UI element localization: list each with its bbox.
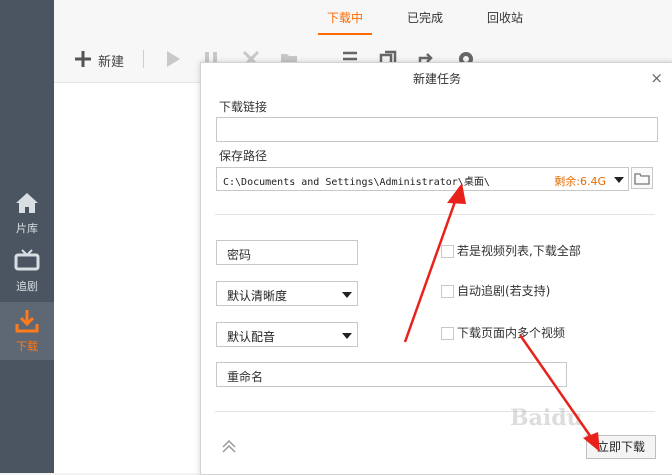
- chevron-down-icon: [342, 333, 352, 339]
- download-all-checkbox[interactable]: [441, 245, 454, 258]
- sidebar-item-label: 片库: [16, 222, 38, 235]
- tab-completed[interactable]: 已完成: [407, 9, 443, 26]
- chevron-down-icon: [614, 177, 624, 183]
- toolbar-divider: [143, 50, 144, 68]
- active-tab-indicator: [318, 33, 372, 35]
- password-input[interactable]: 密码: [216, 240, 358, 265]
- section-divider: [215, 411, 655, 412]
- folder-icon: [634, 173, 650, 185]
- download-all-label: 若是视频列表,下载全部: [457, 244, 581, 258]
- new-task-dialog: 新建任务 × 下载链接 保存路径 C:\Documents and Settin…: [200, 62, 672, 475]
- sidebar-item-library[interactable]: 片库: [0, 184, 54, 242]
- multi-video-label: 下载页面内多个视频: [457, 326, 566, 340]
- play-icon[interactable]: [164, 50, 182, 68]
- rename-input[interactable]: 重命名: [216, 362, 567, 387]
- home-icon: [16, 193, 38, 213]
- download-now-button[interactable]: 立即下载: [586, 435, 656, 459]
- tab-bar: 下载中 已完成 回收站: [54, 0, 672, 36]
- watermark: Baidu: [510, 405, 583, 431]
- plus-icon[interactable]: [74, 50, 92, 68]
- auto-follow-label: 自动追剧(若支持): [457, 284, 551, 298]
- close-icon[interactable]: ×: [650, 69, 663, 87]
- sidebar-item-download[interactable]: 下载: [0, 302, 54, 360]
- sidebar-item-label: 下载: [16, 340, 38, 353]
- quality-select[interactable]: 默认清晰度: [216, 281, 358, 306]
- tab-downloading[interactable]: 下载中: [327, 9, 363, 26]
- tab-recycle-bin[interactable]: 回收站: [487, 9, 523, 26]
- save-path-value: C:\Documents and Settings\Administrator\…: [223, 177, 490, 188]
- password-placeholder: 密码: [227, 248, 252, 262]
- browse-folder-button[interactable]: [631, 167, 653, 189]
- audio-select[interactable]: 默认配音: [216, 322, 358, 347]
- sidebar-item-series[interactable]: 追剧: [0, 242, 54, 300]
- download-link-label: 下载链接: [219, 100, 268, 114]
- audio-value: 默认配音: [227, 330, 276, 344]
- rename-placeholder: 重命名: [227, 370, 264, 384]
- left-sidebar: 片库 追剧 下载: [0, 0, 54, 473]
- save-path-label: 保存路径: [219, 149, 268, 163]
- multi-video-checkbox[interactable]: [441, 327, 454, 340]
- chevron-down-icon: [342, 292, 352, 298]
- section-divider: [215, 214, 655, 215]
- remaining-space: 剩余:6.4G: [554, 175, 606, 188]
- tv-icon: [14, 249, 40, 271]
- quality-value: 默认清晰度: [227, 289, 288, 303]
- download-icon: [15, 310, 39, 333]
- auto-follow-checkbox[interactable]: [441, 285, 454, 298]
- save-path-select[interactable]: C:\Documents and Settings\Administrator\…: [216, 167, 629, 191]
- download-link-input[interactable]: [216, 117, 658, 142]
- sidebar-item-label: 追剧: [16, 280, 38, 293]
- chevron-up-icon[interactable]: [221, 438, 237, 454]
- dialog-title: 新建任务: [412, 72, 461, 86]
- new-task-button[interactable]: 新建: [98, 51, 124, 70]
